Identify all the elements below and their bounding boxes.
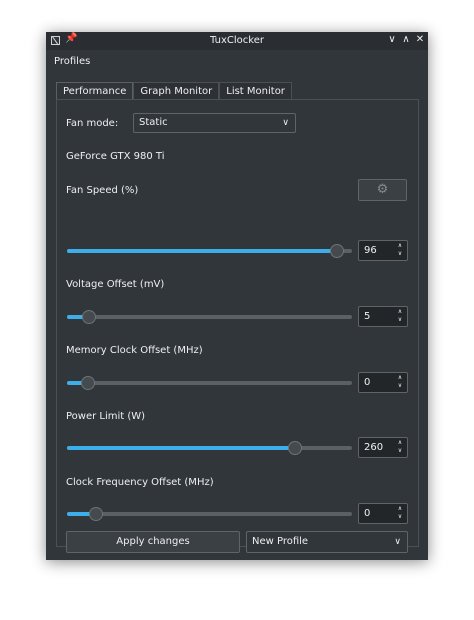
slider-handle[interactable] [89,507,103,521]
fan-speed-label: Fan Speed (%) [66,185,139,196]
clock-frequency-offset-spinbox[interactable]: 0 ∧ ∨ [358,503,408,524]
tab-bar: Performance Graph Monitor List Monitor [56,82,292,101]
fan-speed-slider[interactable] [67,244,352,258]
fan-curve-button[interactable]: ⚙ [358,179,407,201]
memory-clock-offset-label: Memory Clock Offset (MHz) [66,345,203,356]
chevron-down-icon: ∨ [282,118,289,128]
slider-groove[interactable] [67,381,352,385]
fan-mode-combo[interactable]: Static ∨ [133,113,296,133]
fan-mode-label: Fan mode: [66,118,119,129]
close-icon[interactable]: ✕ [414,33,426,47]
fan-speed-value: 96 [364,245,377,256]
power-limit-value: 260 [364,442,384,453]
slider-fill [67,446,295,450]
gear-icon: ⚙ [376,182,389,197]
tab-graph-monitor[interactable]: Graph Monitor [133,82,220,100]
spin-arrows-icon[interactable]: ∧ ∨ [396,505,404,521]
fan-mode-value: Static [139,117,168,128]
window-title: TuxClocker [210,35,264,46]
fan-speed-spinbox[interactable]: 96 ∧ ∨ [358,240,408,261]
tuxclocker-window: 📌 TuxClocker ∨ ∧ ✕ Profiles Performance … [46,32,428,560]
slider-groove[interactable] [67,315,352,319]
memory-clock-offset-value: 0 [364,377,371,388]
spin-arrows-icon[interactable]: ∧ ∨ [396,242,404,258]
slider-handle[interactable] [81,376,95,390]
slider-groove[interactable] [67,512,352,516]
voltage-offset-spinbox[interactable]: 5 ∧ ∨ [358,306,408,327]
spin-arrows-icon[interactable]: ∧ ∨ [396,374,404,390]
voltage-offset-label: Voltage Offset (mV) [66,279,165,290]
chevron-down-icon: ∨ [394,537,401,547]
slider-handle[interactable] [82,310,96,324]
power-limit-spinbox[interactable]: 260 ∧ ∨ [358,437,408,458]
performance-panel: Fan mode: Static ∨ GeForce GTX 980 Ti Fa… [56,99,419,553]
menu-profiles[interactable]: Profiles [54,56,90,67]
clock-frequency-offset-value: 0 [364,508,371,519]
tab-list-monitor[interactable]: List Monitor [219,82,292,100]
voltage-offset-value: 5 [364,311,371,322]
memory-clock-offset-slider[interactable] [67,376,352,390]
clock-frequency-offset-label: Clock Frequency Offset (MHz) [66,477,214,488]
gpu-name: GeForce GTX 980 Ti [66,151,165,162]
minimize-icon[interactable]: ∨ [386,33,398,47]
slider-fill [67,249,337,253]
title-bar[interactable]: 📌 TuxClocker ∨ ∧ ✕ [46,32,428,50]
spin-arrows-icon[interactable]: ∧ ∨ [396,439,404,455]
clock-frequency-offset-slider[interactable] [67,507,352,521]
memory-clock-offset-spinbox[interactable]: 0 ∧ ∨ [358,372,408,393]
spin-arrows-icon[interactable]: ∧ ∨ [396,308,404,324]
power-limit-slider[interactable] [67,441,352,455]
power-limit-label: Power Limit (W) [66,411,146,422]
slider-handle[interactable] [330,244,344,258]
apply-changes-button[interactable]: Apply changes [66,531,240,553]
voltage-offset-slider[interactable] [67,310,352,324]
profile-combo-value: New Profile [252,536,309,547]
slider-handle[interactable] [288,441,302,455]
maximize-icon[interactable]: ∧ [400,33,412,47]
profile-combo[interactable]: New Profile ∨ [246,531,408,553]
